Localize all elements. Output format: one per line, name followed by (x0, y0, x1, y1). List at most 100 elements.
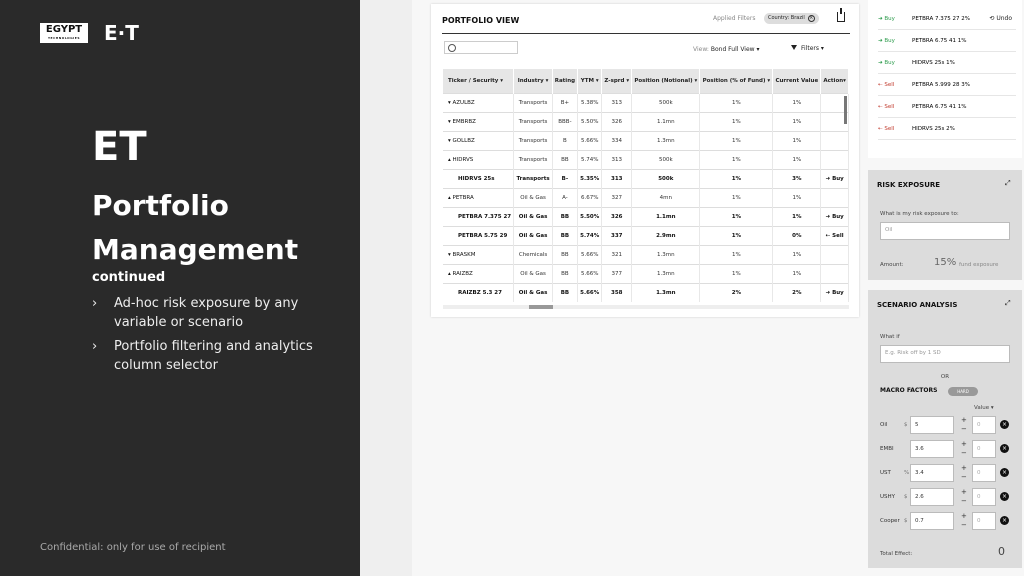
close-icon[interactable]: × (807, 15, 815, 22)
table-cell: ▾ AZULBZ (443, 92, 515, 112)
search-input[interactable] (444, 41, 518, 54)
table-cell: BBB- (552, 111, 579, 131)
increment-decrement-icon[interactable]: + − (961, 416, 967, 434)
table-row[interactable]: PETBRA 5.75 29 Oil & Gas BB 5.74% 337 2.9mn 1%… (443, 225, 849, 245)
action-cell[interactable]: ➜ Buy (820, 206, 849, 226)
table-row[interactable]: PETBRA 7.375 27 Oil & Gas BB 5.50% 326 1.1mn 1… (443, 206, 849, 226)
column-header[interactable]: Position (% of Fund) ▾ (699, 69, 774, 93)
table-cell: PETBRA 5.75 29 (443, 225, 515, 245)
table-cell: ▴ HIDRVS (443, 149, 515, 169)
slide-subtitle: Portfolio Management (92, 189, 299, 266)
table-row[interactable]: ▾ EMBRBZ Transports BBB- 5.50% 326 1.1mn 1% 1% (443, 111, 849, 131)
trade-item[interactable]: ➜ Buy PETBRA 7.375 27 2% ⟲ Undo (878, 8, 1016, 30)
action-cell (820, 130, 849, 150)
trade-item[interactable]: ➜ Buy PETBRA 6.75 41 1% (878, 30, 1016, 52)
vertical-scrollbar[interactable] (844, 96, 847, 124)
trade-list-panel: ➜ Buy PETBRA 7.375 27 2% ⟲ Undo ➜ Buy PETBRA… (868, 0, 1022, 158)
table-cell: 1% (772, 149, 822, 169)
factor-change-input[interactable]: 0 (972, 416, 996, 434)
factor-value-input[interactable]: 2.6 (910, 488, 954, 506)
factor-unit: % (904, 470, 910, 476)
column-header[interactable]: Current Value (772, 69, 822, 93)
remove-factor-icon[interactable]: × (1000, 468, 1009, 477)
value-header[interactable]: Value ▾ (974, 405, 994, 411)
table-row[interactable]: ▴ HIDRVS Transports BB 5.74% 313 500k 1% 1% (443, 149, 849, 169)
share-icon[interactable] (837, 8, 845, 22)
table-cell: 1% (772, 130, 822, 150)
table-cell: BB (552, 149, 579, 169)
portfolio-view-title: PORTFOLIO VIEW (442, 16, 520, 25)
table-cell: 0% (772, 225, 822, 245)
table-cell: B- (552, 168, 579, 188)
trade-description: PETBRA 7.375 27 2% (912, 16, 970, 22)
table-cell: ▾ BRASKM (443, 244, 515, 264)
factor-change-input[interactable]: 0 (972, 464, 996, 482)
total-effect-label: Total Effect: (880, 551, 913, 557)
undo-button[interactable]: ⟲ Undo (989, 8, 1012, 30)
increment-decrement-icon[interactable]: + − (961, 488, 967, 506)
table-row[interactable]: ▾ GOLLBZ Transports B 5.66% 334 1.3mn 1% 1% (443, 130, 849, 150)
trade-item[interactable]: ⇠ Sell HIDRVS 25s 2% (878, 118, 1016, 140)
remove-factor-icon[interactable]: × (1000, 516, 1009, 525)
table-row[interactable]: HIDRVS 25s Transports B- 5.35% 313 500k 1% 3% ➜ … (443, 168, 849, 188)
table-row[interactable]: RAIZBZ 5.3 27 Oil & Gas BB 5.66% 358 1.3mn 2% 2… (443, 282, 849, 302)
what-if-label: What if (880, 334, 900, 340)
factor-value-input[interactable]: 3.4 (910, 464, 954, 482)
table-body: ▾ AZULBZ Transports B+ 5.38% 313 500k 1% 1% ▾ EM… (443, 92, 849, 302)
increment-decrement-icon[interactable]: + − (961, 440, 967, 458)
remove-factor-icon[interactable]: × (1000, 420, 1009, 429)
table-cell: 2% (699, 282, 774, 302)
factor-change-input[interactable]: 0 (972, 488, 996, 506)
factor-change-input[interactable]: 0 (972, 440, 996, 458)
table-row[interactable]: ▾ AZULBZ Transports B+ 5.38% 313 500k 1% 1% (443, 92, 849, 112)
table-cell: 1.3mn (631, 263, 701, 283)
expand-icon[interactable]: ⤢ (1005, 300, 1012, 307)
macro-mode-toggle[interactable]: HARD (948, 387, 978, 396)
table-cell: 1% (699, 149, 774, 169)
view-selector[interactable]: View: Bond Full View ▾ (693, 46, 760, 53)
table-row[interactable]: ▾ BRASKM Chemicals BB 5.66% 321 1.3mn 1% 1% (443, 244, 849, 264)
filters-button[interactable]: Filters ▾ (791, 45, 824, 52)
remove-factor-icon[interactable]: × (1000, 492, 1009, 501)
table-row[interactable]: ▴ RAIZBZ Oil & Gas BB 5.66% 377 1.3mn 1% 1% (443, 263, 849, 283)
factor-value-input[interactable]: 5 (910, 416, 954, 434)
horizontal-scrollbar[interactable] (443, 305, 849, 309)
increment-decrement-icon[interactable]: + − (961, 512, 967, 530)
table-row[interactable]: ▴ PETBRA Oil & Gas A- 6.67% 327 4mn 1% 1% (443, 187, 849, 207)
risk-variable-input[interactable]: Oil (880, 222, 1010, 240)
left-panel: EGYPT TECHNOLOGIES E·T ET Portfolio Mana… (0, 0, 360, 576)
slide: EGYPT TECHNOLOGIES E·T ET Portfolio Mana… (0, 0, 1024, 576)
trade-item[interactable]: ⇠ Sell PETBRA 6.75 41 1% (878, 96, 1016, 118)
action-cell[interactable]: ➜ Buy (820, 168, 849, 188)
column-header[interactable]: Position (Notional) ▾ (631, 69, 701, 93)
table-cell: 1% (699, 111, 774, 131)
increment-decrement-icon[interactable]: + − (961, 464, 967, 482)
column-header[interactable]: Z-sprd ▾ (601, 69, 633, 93)
factor-value-input[interactable]: 3.6 (910, 440, 954, 458)
action-cell[interactable]: ⇠ Sell (820, 225, 849, 245)
factor-change-input[interactable]: 0 (972, 512, 996, 530)
table-cell: 1% (772, 244, 822, 264)
column-header[interactable]: Ticker / Security ▾ (443, 69, 515, 93)
trade-item[interactable]: ⇠ Sell PETBRA 5.999 28 3% (878, 74, 1016, 96)
scenario-analysis-panel: SCENARIO ANALYSIS ⤢ What if E.g. Risk of… (868, 290, 1022, 568)
column-header[interactable]: YTM ▾ (577, 69, 603, 93)
expand-icon[interactable]: ⤢ (1005, 180, 1012, 187)
portfolio-table: Ticker / Security ▾ Industry ▾ Rating YTM ▾… (443, 69, 849, 302)
table-cell: 1% (699, 244, 774, 264)
action-cell[interactable]: ➜ Buy (820, 282, 849, 302)
country-filter-chip[interactable]: Country: Brazil × (764, 13, 819, 24)
column-header[interactable]: Industry ▾ (513, 69, 553, 93)
table-cell: A- (552, 187, 579, 207)
what-if-input[interactable]: E.g. Risk off by 1 SD (880, 345, 1010, 363)
trade-item[interactable]: ➜ Buy HIDRVS 25s 1% (878, 52, 1016, 74)
table-cell: 3% (772, 168, 822, 188)
column-header[interactable]: Rating (552, 69, 579, 93)
divider (442, 33, 850, 34)
table-cell: 5.74% (577, 225, 603, 245)
factor-value-input[interactable]: 0.7 (910, 512, 954, 530)
table-cell: 313 (601, 92, 633, 112)
column-header[interactable]: Action▾ (820, 69, 849, 93)
table-cell: 5.66% (577, 263, 603, 283)
remove-factor-icon[interactable]: × (1000, 444, 1009, 453)
